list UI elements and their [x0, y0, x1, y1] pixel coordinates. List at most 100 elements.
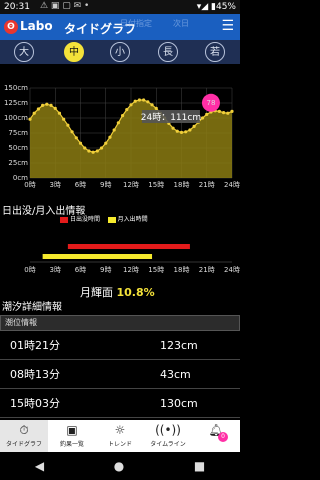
tide-detail: 潮汐詳細情報 潮位情報 01時21分 123cm 08時13分 43cm 15時…: [0, 298, 240, 418]
x-tick-label: 21時: [199, 181, 215, 189]
tide-point: [70, 130, 74, 134]
nav-catch-list[interactable]: ▣ 釣果一覧: [48, 420, 96, 452]
tide-row: 08時13分 43cm: [0, 360, 240, 389]
x-tick-label: 15時: [148, 181, 164, 189]
tide-point: [129, 103, 133, 107]
tide-point: [104, 141, 108, 145]
tide-point: [137, 98, 142, 102]
tide-type-selector: 大 中 小 長 若: [0, 40, 240, 64]
sun-moon-tick-label: 6時: [75, 266, 86, 274]
tide-point: [28, 117, 32, 121]
tide-point: [116, 121, 120, 125]
tide-row-level: 43cm: [160, 367, 191, 381]
next-day-hint[interactable]: 次日: [173, 18, 189, 29]
status-battery: ▾◢ ▮45%: [196, 2, 236, 12]
x-tick-label: 12時: [123, 181, 139, 189]
nav-label: トレンド: [107, 441, 132, 448]
sun-moon-tick-label: 12時: [123, 266, 139, 274]
tide-point: [184, 130, 188, 134]
nav-label: 釣果一覧: [59, 441, 84, 448]
tide-point: [120, 114, 125, 118]
back-icon[interactable]: ◀: [35, 459, 44, 473]
tide-point: [32, 111, 36, 115]
x-tick-label: 0時: [24, 181, 35, 189]
tide-point: [175, 129, 179, 133]
tide-point: [49, 103, 53, 107]
tide-point: [36, 107, 41, 111]
tide-point: [171, 126, 175, 130]
tide-type-2[interactable]: 小: [110, 42, 130, 62]
tide-type-4[interactable]: 若: [205, 42, 225, 62]
tide-type-1[interactable]: 中: [64, 42, 84, 62]
menu-icon[interactable]: ☰: [221, 19, 234, 33]
status-time: 20:31: [4, 2, 30, 12]
sun-moon-tick-label: 18時: [174, 266, 190, 274]
tide-row-level: 130cm: [160, 396, 198, 410]
tide-point: [108, 135, 112, 139]
tide-type-0[interactable]: 大: [14, 42, 34, 62]
nav-label: タイムライン: [150, 441, 186, 448]
notification-badge: 0: [218, 432, 228, 442]
tide-chart[interactable]: 0cm25cm50cm75cm100cm125cm150cm0時 3時 6時 9時 12…: [0, 82, 240, 192]
tide-point: [205, 112, 209, 116]
sun-moon-tick-label: 21時: [199, 266, 215, 274]
app-logo: ʘ Labo: [4, 19, 53, 34]
sun-moon-tick-label: 24時: [224, 266, 240, 274]
y-tick-label: 100cm: [4, 114, 28, 122]
tide-point: [74, 136, 78, 140]
y-tick-label: 50cm: [8, 144, 28, 152]
status-bar: 20:31 ⚠ ▣ ▢ ✉ • ▾◢ ▮45%: [0, 0, 240, 14]
nav-timeline[interactable]: ((•)) タイムライン: [144, 420, 192, 452]
sun-moon-tick-label: 0時: [24, 266, 35, 274]
bottom-nav: ⏱ タイドグラフ ▣ 釣果一覧 ☼ トレンド ((•)) タイムライン 🔔︎ 0: [0, 420, 240, 452]
y-tick-label: 75cm: [8, 129, 28, 137]
tide-point: [83, 146, 87, 150]
tide-row-time: 08時13分: [10, 368, 60, 381]
x-tick-label: 3時: [50, 181, 61, 189]
tide-point: [221, 111, 226, 115]
nav-trend[interactable]: ☼ トレンド: [96, 420, 144, 452]
tide-point: [146, 100, 150, 104]
tide-point: [192, 124, 196, 128]
tide-icon: ⏱: [19, 423, 29, 437]
nav-label: タイドグラフ: [5, 441, 42, 448]
logo-icon: ʘ: [4, 19, 18, 34]
nav-tide-graph[interactable]: ⏱ タイドグラフ: [0, 420, 48, 452]
x-tick-label: 6時: [75, 181, 86, 189]
tide-point: [41, 103, 45, 107]
recents-icon[interactable]: ■: [194, 459, 205, 473]
tide-point: [226, 111, 230, 115]
tide-point: [179, 130, 184, 134]
tide-point: [57, 111, 62, 115]
home-icon[interactable]: ●: [114, 459, 124, 473]
y-tick-label: 150cm: [4, 84, 28, 92]
tide-point: [150, 103, 154, 107]
app-bar: ʘ Labo タイドグラフ 日付指定 次日 ☰: [0, 14, 240, 40]
current-marker-label: 78: [206, 99, 215, 107]
tide-point: [91, 150, 95, 154]
tooltip-text: 24時：111cm: [141, 112, 201, 123]
nav-notifications[interactable]: 🔔︎ 0: [192, 420, 240, 452]
tide-type-3[interactable]: 長: [158, 42, 178, 62]
tide-row: 15時03分 130cm: [0, 389, 240, 418]
tide-point: [230, 109, 234, 113]
bell-icon: 🔔︎: [208, 423, 224, 437]
date-select-hint[interactable]: 日付指定: [120, 18, 152, 29]
tide-level-subheader: 潮位情報: [0, 315, 240, 331]
bulb-icon: ☼: [114, 423, 126, 437]
moon-bar: [42, 254, 153, 259]
y-tick-label: 125cm: [4, 99, 28, 107]
system-nav-bar: ◀ ● ■: [0, 452, 240, 480]
tide-point: [53, 106, 57, 110]
tide-row-time: 15時03分: [10, 397, 60, 410]
tide-row-time: 01時21分: [10, 339, 60, 352]
sun-moon-tick-label: 3時: [50, 266, 61, 274]
tide-point: [142, 98, 146, 102]
tide-point: [133, 99, 137, 103]
tide-point: [78, 141, 83, 145]
tide-point: [200, 116, 205, 120]
tide-point: [112, 128, 116, 132]
tide-point: [99, 146, 104, 150]
y-tick-label: 25cm: [8, 159, 28, 167]
tide-point: [154, 106, 158, 110]
